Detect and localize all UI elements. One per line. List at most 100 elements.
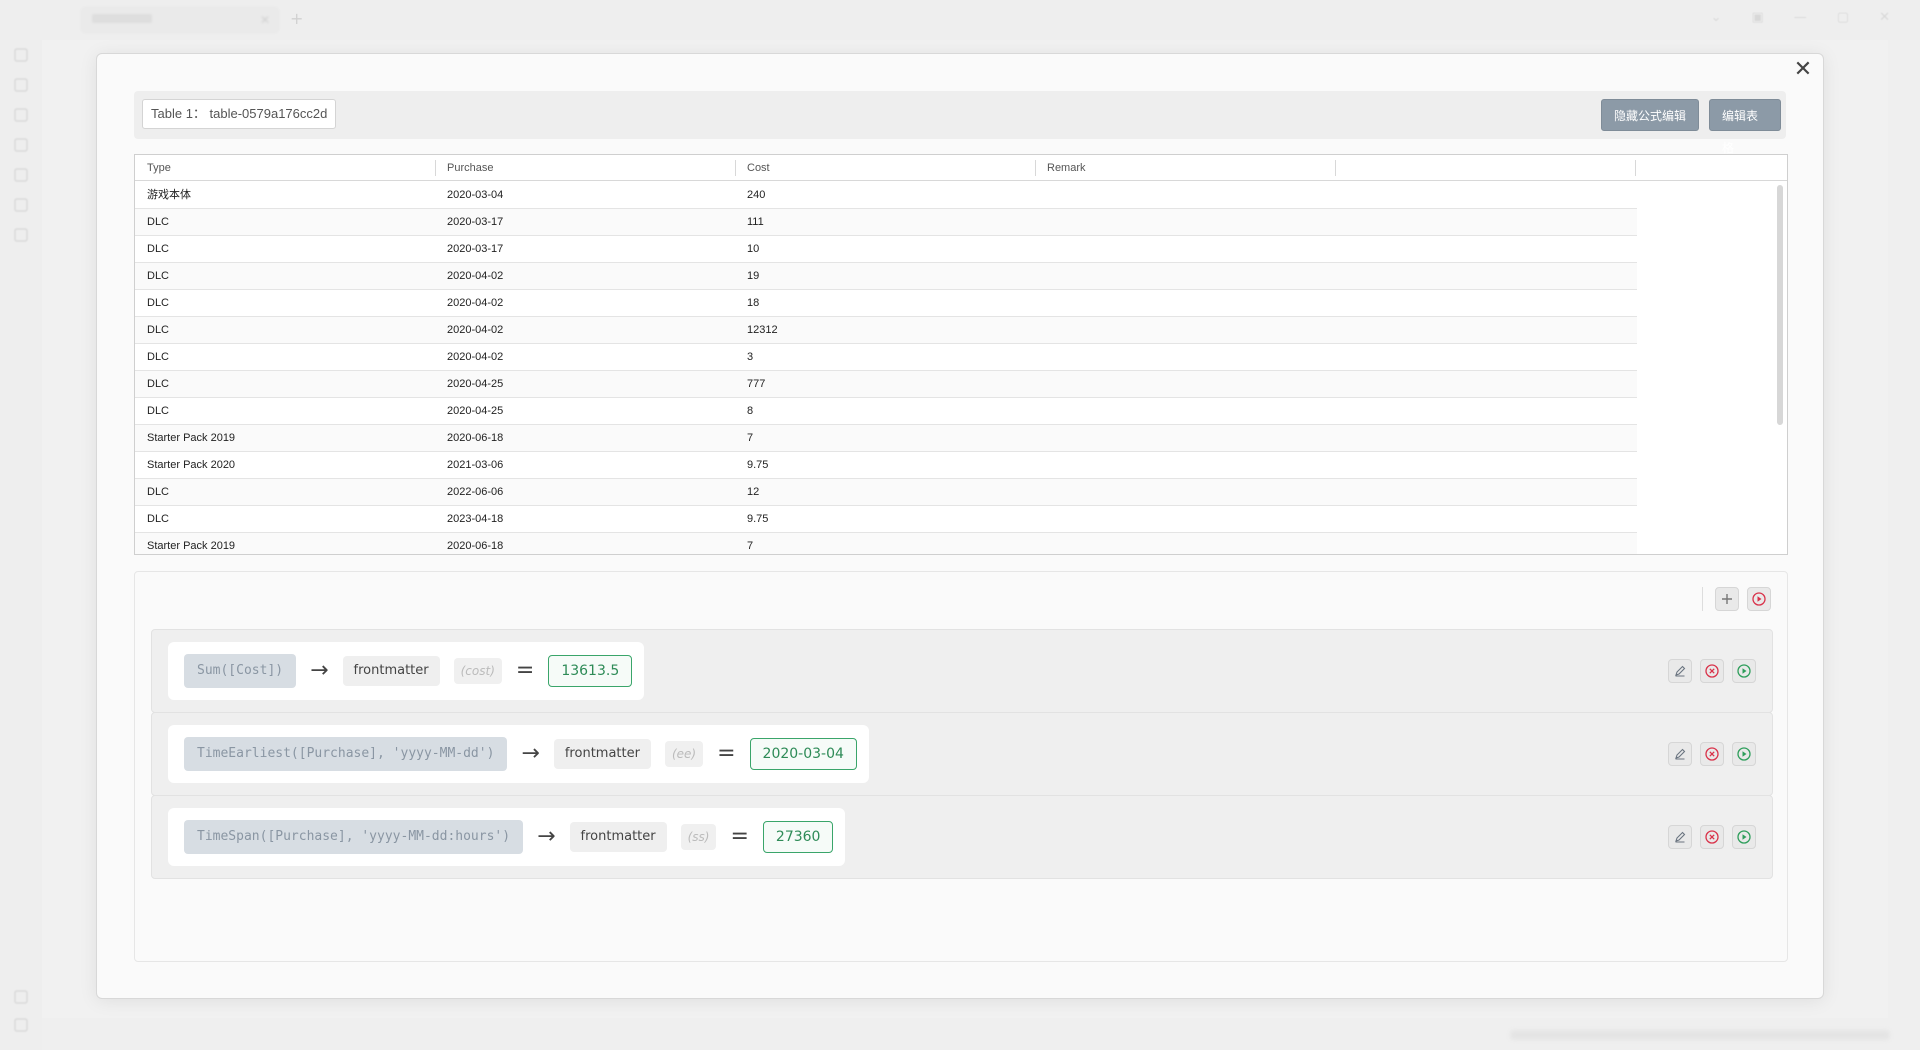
cell-cost[interactable]: 12312 [735,317,778,343]
cell-type[interactable]: DLC [135,479,169,505]
cell-cost[interactable]: 10 [735,236,759,262]
cell-cost[interactable]: 777 [735,371,765,397]
delete-formula-button[interactable] [1700,659,1724,683]
pencil-icon [1675,748,1686,760]
table-formula-modal: ✕ Table 1： table-0579a176cc2d 隐藏公式编辑 编辑表… [96,53,1824,999]
table-row[interactable]: DLC 2020-04-02 18 [135,290,1637,317]
cell-cost[interactable]: 111 [735,209,764,235]
cell-type[interactable]: DLC [135,317,169,343]
cell-purchase[interactable]: 2022-06-06 [435,479,503,505]
arrow-right-icon: → [521,741,540,766]
edit-formula-button[interactable] [1668,742,1692,766]
table-row[interactable]: DLC 2020-04-02 12312 [135,317,1637,344]
data-table: Type Purchase Cost Remark 游戏本体 2020-03-0… [134,154,1788,555]
cell-purchase[interactable]: 2020-04-25 [435,371,503,397]
formula-target[interactable]: frontmatter [553,739,651,769]
cell-cost[interactable]: 3 [735,344,753,370]
cell-type[interactable]: Starter Pack 2019 [135,425,235,451]
cell-purchase[interactable]: 2020-04-25 [435,398,503,424]
close-icon[interactable]: ✕ [1791,58,1815,82]
cell-purchase[interactable]: 2020-04-02 [435,317,503,343]
column-header-remark[interactable]: Remark [1035,155,1335,181]
cell-purchase[interactable]: 2020-04-02 [435,290,503,316]
formula-target[interactable]: frontmatter [342,656,440,686]
cell-purchase[interactable]: 2020-03-17 [435,209,503,235]
cell-purchase[interactable]: 2020-04-02 [435,344,503,370]
cell-purchase[interactable]: 2020-06-18 [435,533,503,554]
table-row[interactable]: DLC 2020-03-17 111 [135,209,1637,236]
cell-cost[interactable]: 19 [735,263,759,289]
x-circle-icon [1705,830,1719,844]
equals-icon: = [515,658,535,683]
table-row[interactable]: DLC 2022-06-06 12 [135,479,1637,506]
cell-purchase[interactable]: 2020-03-04 [435,182,503,208]
cell-cost[interactable]: 9.75 [735,506,768,532]
table-row[interactable]: Starter Pack 2019 2020-06-18 7 [135,533,1637,554]
cell-type[interactable]: DLC [135,344,169,370]
cell-type[interactable]: Starter Pack 2020 [135,452,235,478]
cell-type[interactable]: DLC [135,236,169,262]
run-formula-button[interactable] [1732,825,1756,849]
edit-table-button[interactable]: 编辑表格 [1709,99,1781,155]
column-header-type[interactable]: Type [135,155,435,181]
equals-icon: = [730,824,749,849]
modal-toolbar: Table 1： table-0579a176cc2d 隐藏公式编辑 编辑表格 [134,91,1786,155]
formula-alias: (ss) [680,824,717,850]
table-row[interactable]: DLC 2020-04-25 777 [135,371,1637,398]
pencil-icon [1675,831,1686,843]
cell-type[interactable]: DLC [135,263,169,289]
x-circle-icon [1705,747,1719,761]
table-scrollbar[interactable] [1777,185,1783,425]
delete-formula-button[interactable] [1700,742,1724,766]
cell-cost[interactable]: 12 [735,479,759,505]
cell-cost[interactable]: 7 [735,425,753,451]
cell-type[interactable]: DLC [135,506,169,532]
run-all-button[interactable] [1747,587,1771,611]
cell-purchase[interactable]: 2020-06-18 [435,425,503,451]
cell-type[interactable]: Starter Pack 2019 [135,533,235,554]
play-circle-icon [1737,664,1751,678]
table-row[interactable]: 游戏本体 2020-03-04 240 [135,182,1637,209]
add-formula-button[interactable] [1715,587,1739,611]
cell-type[interactable]: DLC [135,398,169,424]
cell-cost[interactable]: 9.75 [735,452,768,478]
formula-target[interactable]: frontmatter [569,822,667,852]
table-row[interactable]: DLC 2020-04-02 3 [135,344,1637,371]
formula-expression[interactable]: TimeSpan([Purchase], 'yyyy-MM-dd:hours') [184,820,524,854]
column-header-purchase[interactable]: Purchase [435,155,735,181]
cell-purchase[interactable]: 2020-03-17 [435,236,503,262]
cell-type[interactable]: DLC [135,371,169,397]
table-row[interactable]: DLC 2020-03-17 10 [135,236,1637,263]
cell-cost[interactable]: 240 [735,182,765,208]
table-row[interactable]: Starter Pack 2019 2020-06-18 7 [135,425,1637,452]
table-row[interactable]: Starter Pack 2020 2021-03-06 9.75 [135,452,1637,479]
table-id-label: Table 1： table-0579a176cc2d [142,99,337,129]
arrow-right-icon: → [537,824,556,849]
cell-type[interactable]: 游戏本体 [135,182,191,208]
cell-purchase[interactable]: 2023-04-18 [435,506,503,532]
formula-expression[interactable]: TimeEarliest([Purchase], 'yyyy-MM-dd') [184,737,508,771]
arrow-right-icon: → [310,658,329,683]
table-row[interactable]: DLC 2020-04-25 8 [135,398,1637,425]
formula-expression[interactable]: Sum([Cost]) [184,654,297,688]
formula-card: Sum([Cost]) → frontmatter (cost) = 13613… [168,642,645,700]
formula-panel-tools [1702,587,1771,611]
table-row[interactable]: DLC 2020-04-02 19 [135,263,1637,290]
formula-actions [1668,742,1756,766]
cell-purchase[interactable]: 2020-04-02 [435,263,503,289]
cell-cost[interactable]: 18 [735,290,759,316]
cell-purchase[interactable]: 2021-03-06 [435,452,503,478]
run-formula-button[interactable] [1732,659,1756,683]
equals-icon: = [717,741,736,766]
cell-cost[interactable]: 7 [735,533,753,554]
edit-formula-button[interactable] [1668,659,1692,683]
cell-type[interactable]: DLC [135,290,169,316]
cell-type[interactable]: DLC [135,209,169,235]
hide-formula-edit-button[interactable]: 隐藏公式编辑 [1601,99,1699,131]
edit-formula-button[interactable] [1668,825,1692,849]
cell-cost[interactable]: 8 [735,398,753,424]
column-header-cost[interactable]: Cost [735,155,1035,181]
table-row[interactable]: DLC 2023-04-18 9.75 [135,506,1637,533]
run-formula-button[interactable] [1732,742,1756,766]
delete-formula-button[interactable] [1700,825,1724,849]
